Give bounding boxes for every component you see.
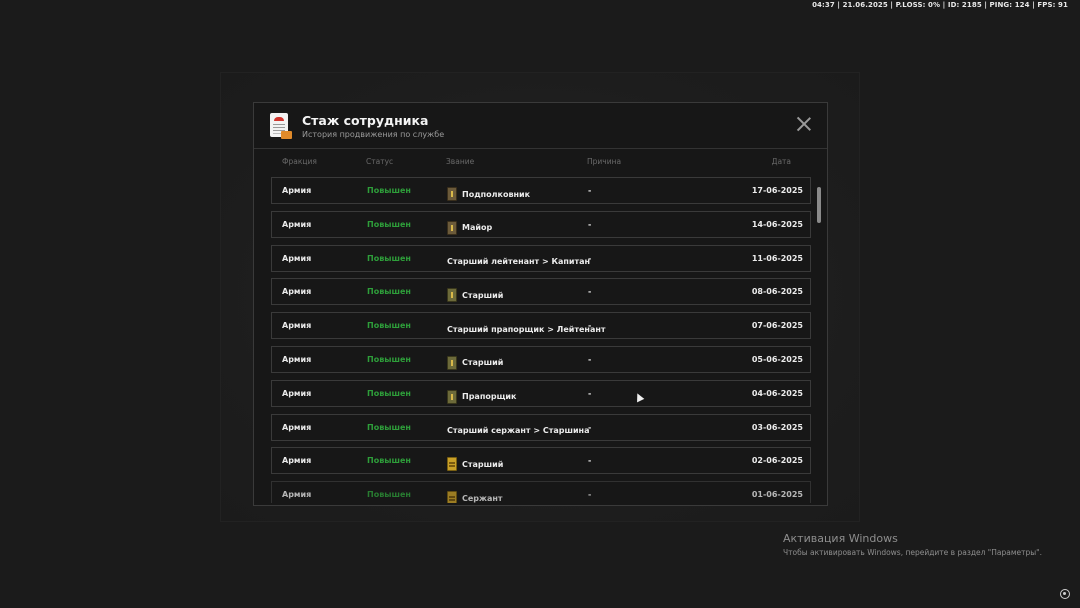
row-rank-label: Сержант: [462, 493, 503, 503]
table-row[interactable]: Армия Повышен Майор - 14-06-2025: [271, 210, 811, 238]
settings-corner-icon[interactable]: [1060, 589, 1070, 599]
table-row[interactable]: Армия Повышен Прапорщик - 04-06-2025: [271, 379, 811, 407]
row-reason: -: [588, 219, 592, 229]
rank-badge-icon: [447, 457, 457, 472]
table-row[interactable]: Армия Повышен Старший лейтенант > Капита…: [271, 244, 811, 272]
row-faction: Армия: [282, 388, 312, 398]
row-date: 17-06-2025: [751, 186, 803, 195]
row-status: Повышен: [367, 253, 411, 263]
row-status: Повышен: [367, 388, 411, 398]
row-status: Повышен: [367, 456, 411, 466]
row-reason: -: [588, 321, 592, 331]
row-reason: -: [588, 186, 592, 195]
row-reason: -: [588, 490, 592, 500]
document-icon: [270, 112, 292, 139]
rank-badge-icon: [447, 491, 457, 503]
rank-badge-icon: [447, 187, 457, 201]
rank-badge-icon: [447, 355, 457, 370]
row-rank-label: Старший: [462, 290, 504, 300]
row-date: 05-06-2025: [751, 354, 803, 364]
row-status: Повышен: [367, 354, 411, 364]
row-rank: Старший: [447, 456, 503, 472]
row-status: Повышен: [367, 490, 411, 500]
table-row[interactable]: Армия Повышен Старший - 02-06-2025: [271, 447, 811, 475]
row-faction: Армия: [282, 219, 312, 229]
table-row[interactable]: Армия Повышен Сержант - 01-06-2025: [271, 481, 811, 503]
row-date: 14-06-2025: [751, 219, 803, 229]
row-status: Повышен: [367, 287, 411, 297]
row-reason: -: [588, 354, 592, 364]
modal-header: Стаж сотрудника История продвижения по с…: [254, 103, 827, 149]
row-date: 04-06-2025: [751, 388, 803, 398]
row-rank-label: Подполковник: [462, 189, 531, 199]
row-rank-label: Старший прапорщик > Лейтенант: [447, 324, 606, 334]
records-list[interactable]: Армия Повышен Подполковник - 17-06-2025 …: [271, 177, 811, 503]
rank-badge-icon: [447, 220, 457, 235]
row-rank: Майор: [447, 220, 492, 236]
table-row[interactable]: Армия Повышен Подполковник - 17-06-2025: [271, 177, 811, 204]
row-faction: Армия: [282, 186, 312, 195]
row-reason: -: [588, 422, 592, 432]
column-header-date: Дата: [771, 157, 791, 166]
row-rank: Подполковник: [447, 186, 530, 202]
modal-subtitle: История продвижения по службе: [302, 129, 445, 139]
hud-status-bar: 04:37 | 21.06.2025 | P.LOSS: 0% | ID: 21…: [812, 1, 1068, 9]
column-header-rank: Звание: [446, 157, 475, 166]
row-reason: -: [588, 456, 592, 466]
row-rank-label: Майор: [462, 223, 493, 233]
row-rank: Старший сержант > Старшина: [447, 423, 589, 439]
row-status: Повышен: [367, 321, 411, 331]
activation-subtitle: Чтобы активировать Windows, перейдите в …: [783, 548, 1042, 557]
row-rank: Старший лейтенант > Капитан: [447, 254, 590, 270]
table-row[interactable]: Армия Повышен Старший сержант > Старшина…: [271, 413, 811, 441]
scrollbar-thumb[interactable]: [817, 187, 821, 223]
column-header-status: Статус: [366, 157, 394, 166]
row-reason: -: [588, 287, 592, 297]
row-date: 03-06-2025: [751, 422, 803, 432]
table-header: Фракция Статус Звание Причина Дата: [271, 157, 811, 171]
row-faction: Армия: [282, 456, 312, 466]
row-date: 07-06-2025: [751, 321, 803, 331]
row-date: 08-06-2025: [751, 287, 803, 297]
row-status: Повышен: [367, 186, 411, 195]
row-faction: Армия: [282, 422, 312, 432]
title-block: Стаж сотрудника История продвижения по с…: [302, 113, 444, 139]
row-rank-label: Прапорщик: [462, 392, 517, 402]
row-date: 01-06-2025: [751, 490, 803, 500]
service-record-modal: Стаж сотрудника История продвижения по с…: [253, 102, 828, 506]
activation-title: Активация Windows: [783, 532, 898, 545]
row-faction: Армия: [282, 253, 312, 263]
row-date: 02-06-2025: [751, 456, 803, 466]
row-reason: -: [588, 388, 592, 398]
row-reason: -: [588, 253, 592, 263]
row-faction: Армия: [282, 354, 312, 364]
row-rank: Старший прапорщик > Лейтенант: [447, 321, 606, 337]
row-rank: Сержант: [447, 490, 503, 503]
row-rank: Старший: [447, 355, 503, 371]
column-header-faction: Фракция: [282, 157, 317, 166]
row-rank-label: Старший сержант > Старшина: [447, 426, 590, 436]
table-row[interactable]: Армия Повышен Старший прапорщик > Лейтен…: [271, 312, 811, 340]
row-rank: Старший: [447, 287, 503, 303]
row-date: 11-06-2025: [751, 253, 803, 263]
row-rank: Прапорщик: [447, 389, 516, 405]
table-row[interactable]: Армия Повышен Старший - 05-06-2025: [271, 345, 811, 373]
close-icon[interactable]: [797, 117, 811, 131]
row-status: Повышен: [367, 422, 411, 432]
row-status: Повышен: [367, 219, 411, 229]
rank-badge-icon: [447, 389, 457, 404]
row-faction: Армия: [282, 321, 312, 331]
windows-activation-watermark: Активация Windows Чтобы активировать Win…: [783, 532, 1042, 557]
rank-badge-icon: [447, 288, 457, 303]
table-row[interactable]: Армия Повышен Старший - 08-06-2025: [271, 278, 811, 306]
row-rank-label: Старший лейтенант > Капитан: [447, 257, 591, 267]
row-faction: Армия: [282, 287, 312, 297]
column-header-reason: Причина: [587, 157, 622, 166]
row-rank-label: Старший: [462, 459, 504, 469]
row-rank-label: Старший: [462, 358, 504, 368]
modal-title: Стаж сотрудника: [302, 112, 429, 128]
row-faction: Армия: [282, 490, 312, 500]
